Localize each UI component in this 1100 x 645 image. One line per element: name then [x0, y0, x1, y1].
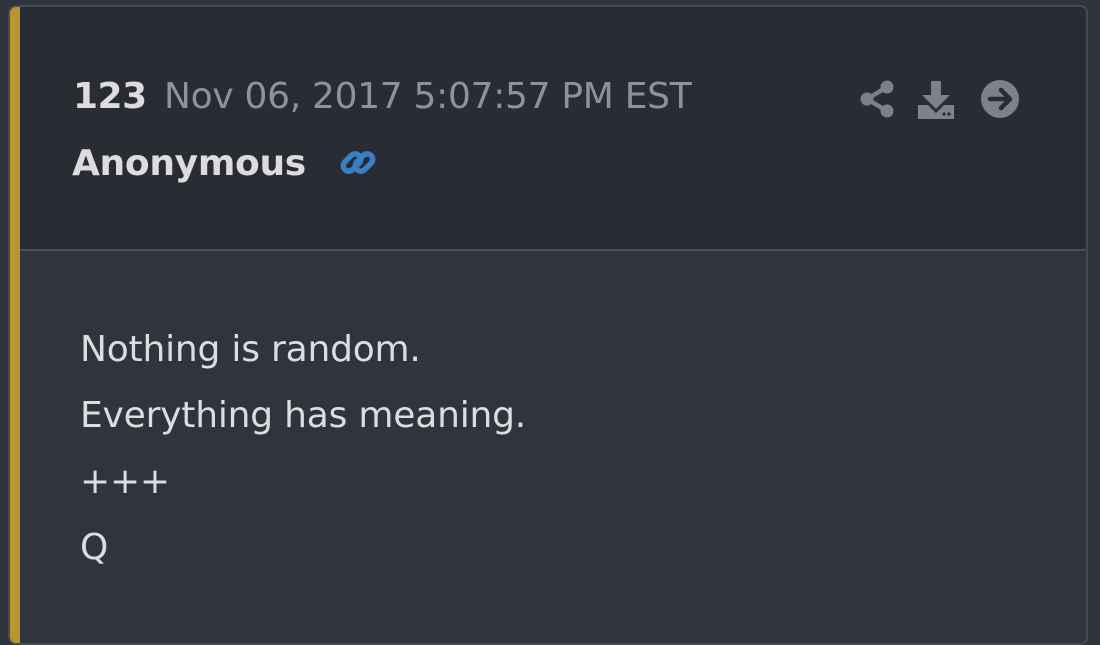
post-line: Nothing is random.: [80, 329, 421, 370]
arrow-right-circle-icon[interactable]: [980, 79, 1020, 119]
post-author: Anonymous: [72, 143, 306, 184]
share-icon[interactable]: [858, 79, 898, 119]
post-accent-bar: [10, 7, 20, 643]
post-header: 123 Nov 06, 2017 5:07:57 PM EST Anonymou…: [20, 7, 1086, 251]
post-number: 123: [73, 76, 147, 117]
post-actions: [858, 79, 1028, 119]
link-icon[interactable]: [336, 140, 380, 184]
post-line: Q: [80, 527, 109, 568]
post-line: Everything has meaning.: [80, 395, 527, 436]
post-body: Nothing is random. Everything has meanin…: [80, 323, 1066, 587]
post-line: +++: [80, 461, 170, 502]
download-icon[interactable]: [916, 79, 956, 119]
post-card: 123 Nov 06, 2017 5:07:57 PM EST Anonymou…: [8, 5, 1088, 645]
post-timestamp: Nov 06, 2017 5:07:57 PM EST: [164, 76, 692, 117]
